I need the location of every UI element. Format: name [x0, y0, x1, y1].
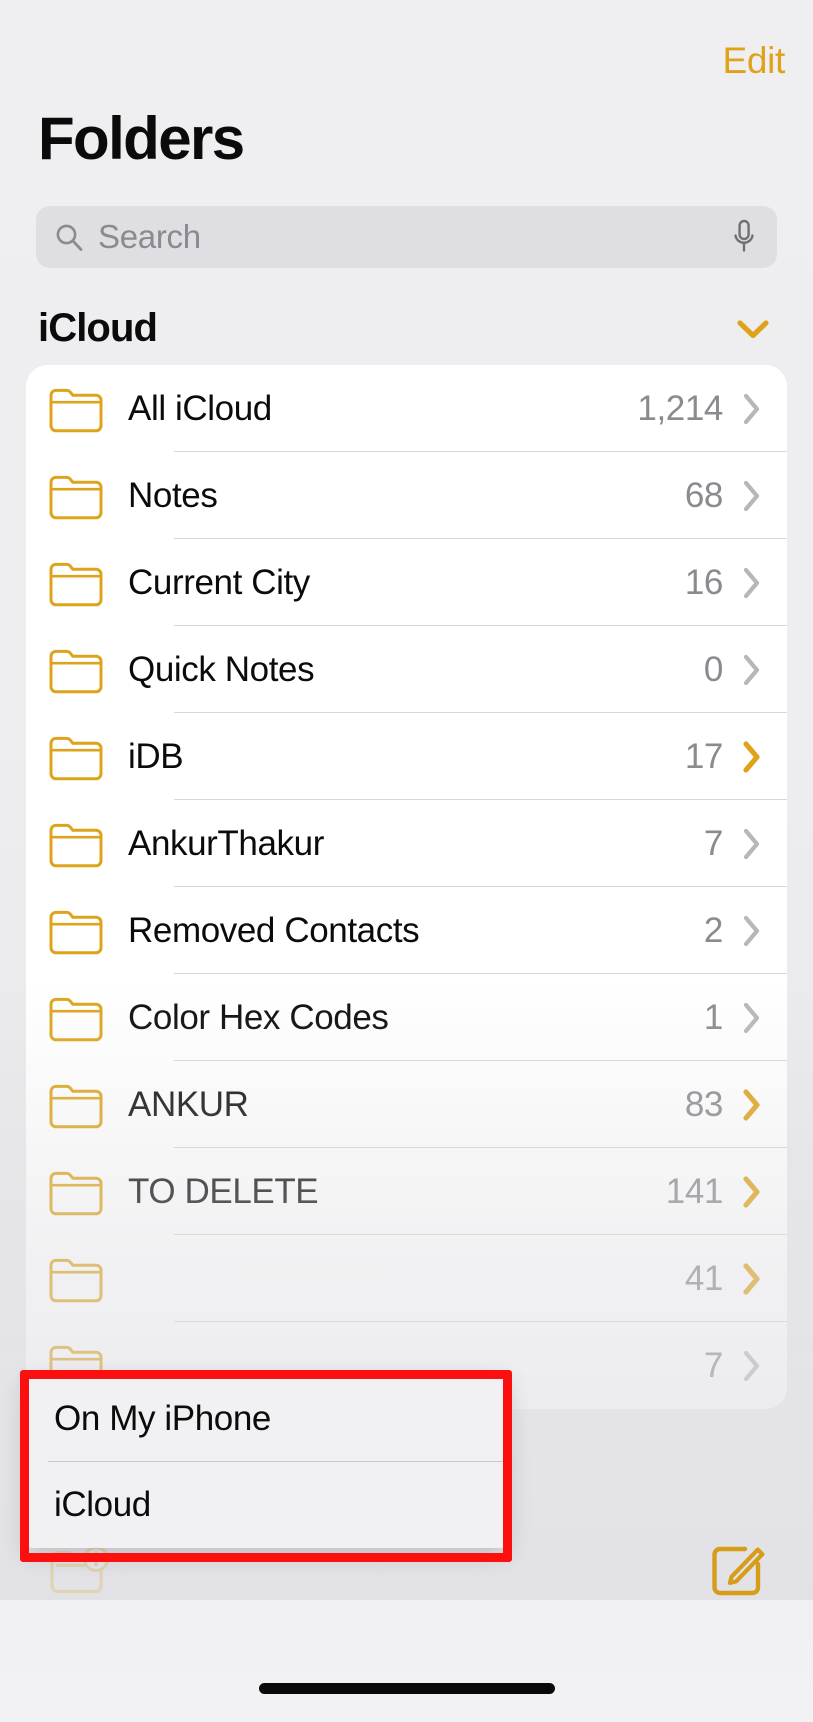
folder-name: Removed Contacts — [128, 910, 420, 950]
folder-icon — [48, 1080, 104, 1130]
folder-note-count: 68 — [684, 475, 724, 515]
folder-note-count: 0 — [703, 649, 723, 689]
folder-icon — [48, 819, 104, 869]
folder-row[interactable]: Notes 68 — [26, 452, 787, 539]
search-placeholder: Search — [98, 218, 201, 255]
search-icon — [54, 222, 84, 252]
folder-row[interactable]: All iCloud 1,214 — [26, 365, 787, 452]
folder-note-count: 83 — [684, 1084, 724, 1124]
popup-menu-item[interactable]: iCloud — [26, 1462, 506, 1548]
microphone-icon[interactable] — [731, 219, 757, 255]
folder-icon — [48, 558, 104, 608]
folder-icon — [48, 384, 104, 434]
popup-menu-item[interactable]: On My iPhone — [26, 1376, 506, 1462]
folder-row[interactable]: AnkurThakur 7 — [26, 800, 787, 887]
chevron-right-icon[interactable] — [741, 914, 763, 948]
folder-icon — [48, 906, 104, 956]
folder-note-count: 7 — [703, 1345, 723, 1385]
folder-row[interactable]: Removed Contacts 2 — [26, 887, 787, 974]
folder-row[interactable]: Color Hex Codes 1 — [26, 974, 787, 1061]
folder-row[interactable]: iDB 17 — [26, 713, 787, 800]
chevron-right-icon[interactable] — [741, 827, 763, 861]
page-title: Folders — [38, 105, 245, 172]
folder-icon — [48, 471, 104, 521]
folder-note-count: 1,214 — [637, 388, 723, 428]
chevron-right-icon[interactable] — [741, 392, 763, 426]
account-picker-popup-menu[interactable]: On My iPhone iCloud — [26, 1376, 506, 1548]
search-bar-container: Search — [0, 172, 813, 268]
navigation-bar: Edit — [0, 0, 813, 100]
folder-name: ANKUR — [128, 1084, 249, 1124]
chevron-right-icon[interactable] — [741, 566, 763, 600]
section-header-icloud[interactable]: iCloud — [0, 268, 813, 365]
folder-note-count: 141 — [665, 1171, 724, 1211]
chevron-right-icon[interactable] — [741, 1262, 763, 1296]
chevron-down-icon[interactable] — [733, 316, 773, 342]
folder-name: TO DELETE — [128, 1171, 319, 1211]
notes-folders-screen: Edit Folders Search iCloud All iCloud 1,… — [0, 0, 813, 1722]
edit-button[interactable]: Edit — [722, 40, 785, 82]
new-folder-icon — [48, 1545, 110, 1600]
folder-note-count: 16 — [684, 562, 724, 602]
folder-name: Quick Notes — [128, 649, 315, 689]
compose-note-button[interactable] — [709, 1543, 765, 1599]
folder-row[interactable]: 41 — [26, 1235, 787, 1322]
folder-row[interactable]: TO DELETE 141 — [26, 1148, 787, 1235]
folder-row[interactable]: ANKUR 83 — [26, 1061, 787, 1148]
folder-note-count: 1 — [703, 997, 723, 1037]
folder-note-count: 17 — [684, 736, 724, 776]
chevron-right-icon[interactable] — [741, 1001, 763, 1035]
chevron-right-icon[interactable] — [741, 1349, 763, 1383]
section-title: iCloud — [38, 306, 158, 350]
chevron-right-icon[interactable] — [741, 1088, 763, 1122]
folder-note-count: 41 — [684, 1258, 724, 1298]
folder-row[interactable]: Quick Notes 0 — [26, 626, 787, 713]
folder-name: Notes — [128, 475, 218, 515]
folder-icon — [48, 1167, 104, 1217]
new-folder-button[interactable] — [48, 1545, 110, 1597]
folder-list: All iCloud 1,214 Notes 68 Current City 16 Quic… — [26, 365, 787, 1409]
folder-name: Color Hex Codes — [128, 997, 389, 1037]
search-input[interactable]: Search — [36, 206, 777, 268]
popup-menu-item-label: On My iPhone — [54, 1399, 271, 1438]
folder-icon — [48, 1254, 104, 1304]
folder-icon — [48, 732, 104, 782]
folder-note-count: 7 — [703, 823, 723, 863]
compose-note-icon — [709, 1546, 765, 1602]
folder-icon — [48, 645, 104, 695]
chevron-right-icon[interactable] — [741, 479, 763, 513]
folder-name: iDB — [128, 736, 184, 776]
popup-menu-item-label: iCloud — [54, 1485, 151, 1524]
home-indicator — [258, 1683, 555, 1694]
folder-name: Current City — [128, 562, 310, 602]
chevron-right-icon[interactable] — [741, 740, 763, 774]
folder-row[interactable]: Current City 16 — [26, 539, 787, 626]
folder-name: All iCloud — [128, 388, 272, 428]
chevron-right-icon[interactable] — [741, 1175, 763, 1209]
folder-note-count: 2 — [703, 910, 723, 950]
folder-name: AnkurThakur — [128, 823, 324, 863]
folder-icon — [48, 993, 104, 1043]
chevron-right-icon[interactable] — [741, 653, 763, 687]
